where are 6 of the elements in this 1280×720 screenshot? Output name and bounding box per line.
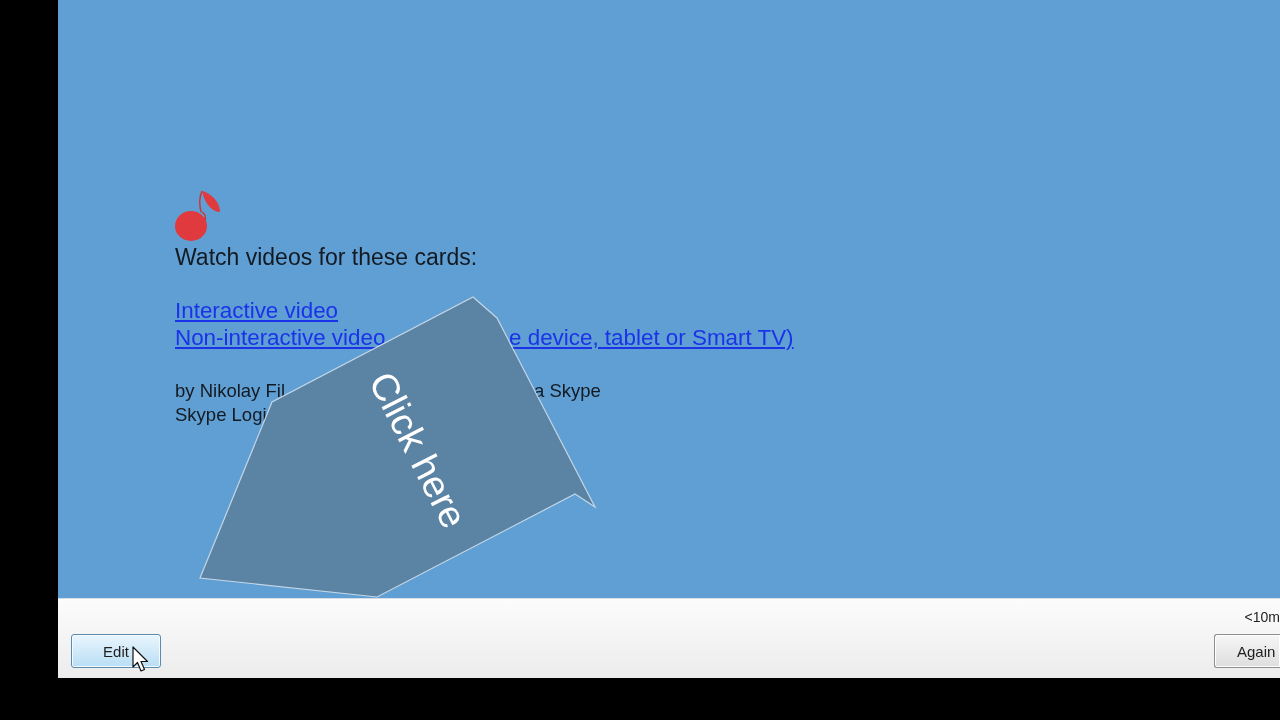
edit-button[interactable]: Edit bbox=[71, 634, 161, 668]
cherry-icon bbox=[175, 190, 221, 241]
heading-text: Watch videos for these cards: bbox=[175, 244, 478, 271]
answer-button[interactable]: Again bbox=[1214, 634, 1280, 668]
mouse-pointer-icon bbox=[132, 646, 149, 673]
interval-text: <10m bbox=[1244, 609, 1280, 626]
